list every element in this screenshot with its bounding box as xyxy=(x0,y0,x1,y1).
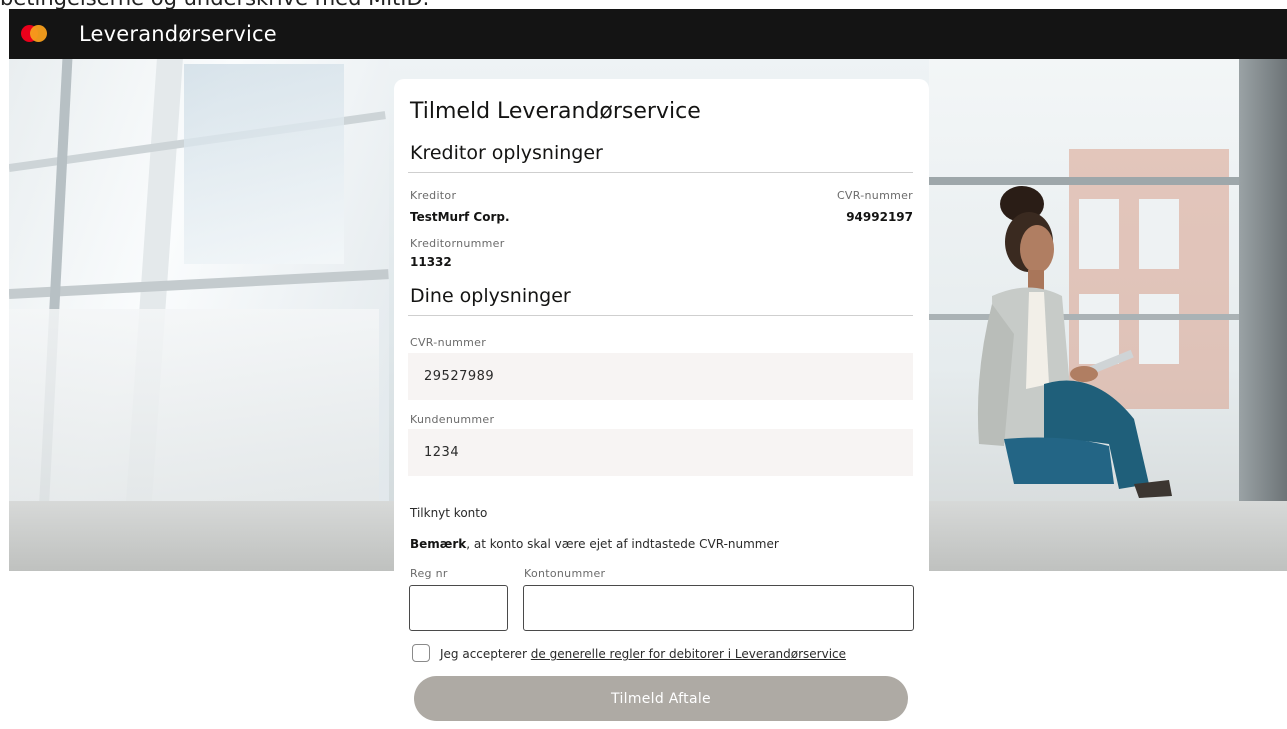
link-account-heading: Tilknyt konto xyxy=(410,506,488,520)
account-number-label: Kontonummer xyxy=(524,567,606,580)
creditor-label: Kreditor xyxy=(410,189,457,202)
mastercard-logo-icon xyxy=(17,23,53,45)
account-note-text: , at konto skal være ejet af indtastede … xyxy=(466,537,779,551)
customer-number-field[interactable]: 1234 xyxy=(408,429,913,476)
customer-number-label: Kundenummer xyxy=(410,413,495,426)
form-title: Tilmeld Leverandørservice xyxy=(410,99,701,124)
your-info-heading: Dine oplysninger xyxy=(410,285,571,307)
reg-number-input[interactable] xyxy=(409,585,508,631)
accept-terms-text: Jeg accepterer de generelle regler for d… xyxy=(440,647,846,661)
creditor-cvr-value: 94992197 xyxy=(846,210,913,224)
divider xyxy=(408,315,913,316)
cvr-field-label: CVR-nummer xyxy=(410,336,487,349)
signup-card: Tilmeld Leverandørservice Kreditor oplys… xyxy=(394,79,929,729)
account-number-input[interactable] xyxy=(523,585,914,631)
creditor-number-label: Kreditornummer xyxy=(410,237,505,250)
creditor-name: TestMurf Corp. xyxy=(410,210,510,224)
divider xyxy=(408,172,913,173)
accept-terms-checkbox[interactable] xyxy=(412,644,430,662)
cvr-field[interactable]: 29527989 xyxy=(408,353,913,400)
account-note-bold: Bemærk xyxy=(410,537,467,551)
app-header: Leverandørservice xyxy=(9,9,1287,59)
submit-button[interactable]: Tilmeld Aftale xyxy=(414,676,908,721)
terms-link[interactable]: de generelle regler for debitorer i Leve… xyxy=(531,647,846,661)
account-note: Bemærk, at konto skal være ejet af indta… xyxy=(410,537,779,551)
app-title: Leverandørservice xyxy=(79,22,277,46)
accept-terms-label: Jeg accepterer xyxy=(440,647,531,661)
creditor-number-value: 11332 xyxy=(410,255,452,269)
creditor-section-heading: Kreditor oplysninger xyxy=(410,142,603,164)
reg-number-label: Reg nr xyxy=(410,567,448,580)
creditor-cvr-label: CVR-nummer xyxy=(836,189,913,202)
